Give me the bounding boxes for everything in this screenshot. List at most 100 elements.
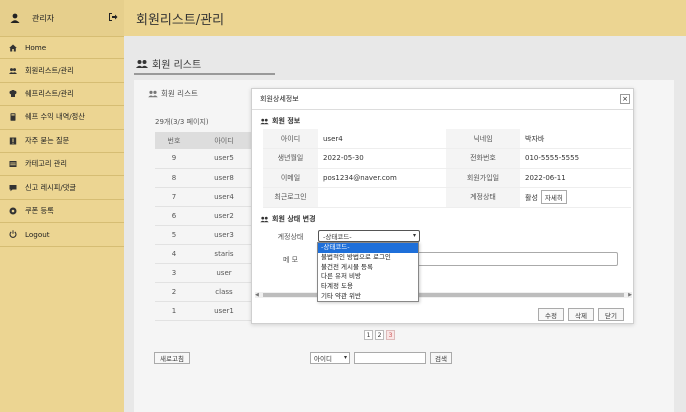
table-row[interactable]: 3 user bbox=[155, 263, 255, 283]
category-icon bbox=[9, 161, 17, 168]
sidebar-item-faq[interactable]: 자주 묻는 질문 bbox=[0, 130, 124, 153]
nickname-value: 박자바 bbox=[520, 129, 631, 149]
row-id[interactable]: user2 bbox=[193, 206, 255, 226]
faq-icon bbox=[9, 137, 17, 145]
row-id[interactable]: user3 bbox=[193, 225, 255, 245]
row-id[interactable]: class bbox=[193, 282, 255, 302]
search-type-select[interactable]: 아이디 ▾ bbox=[310, 352, 350, 364]
sidebar-item-members[interactable]: 회원리스트/관리 bbox=[0, 59, 124, 83]
row-id[interactable]: user1 bbox=[193, 301, 255, 321]
info-row: 이메일 pos1234@naver.com 회원가입일 2022-06-11 bbox=[263, 168, 631, 188]
scroll-left-icon[interactable]: ◀ bbox=[255, 292, 259, 298]
change-section-title: 회원 상태 변경 bbox=[260, 214, 316, 224]
info-row: 최근로그인 계정상태 활성 자세히 bbox=[263, 187, 631, 208]
joined-value: 2022-06-11 bbox=[520, 168, 631, 188]
page-link-3[interactable]: 3 bbox=[386, 330, 395, 340]
sidebar-item-logout[interactable]: Logout bbox=[0, 223, 124, 247]
row-id[interactable]: user bbox=[193, 263, 255, 283]
memo-label: 메 모 bbox=[282, 256, 299, 264]
report-icon bbox=[9, 184, 17, 191]
dropdown-option[interactable]: 불법적인 방법으로 로그인 bbox=[318, 253, 418, 263]
users-icon bbox=[148, 90, 158, 97]
joined-label: 회원가입일 bbox=[446, 168, 520, 188]
row-id[interactable]: user5 bbox=[193, 149, 255, 169]
status-field-label: 계정상태 bbox=[277, 233, 304, 241]
edit-button[interactable]: 수정 bbox=[538, 308, 564, 321]
table-row[interactable]: 5 user3 bbox=[155, 225, 255, 245]
row-id[interactable]: user4 bbox=[193, 187, 255, 207]
table-row[interactable]: 1 user1 bbox=[155, 301, 255, 321]
chef-icon bbox=[9, 89, 17, 97]
dropdown-option[interactable]: 타계정 도용 bbox=[318, 282, 418, 292]
users-icon bbox=[260, 216, 269, 222]
sidebar-menu: Home 회원리스트/관리 쉐프리스트/관리 쉐프 수익 내역/정산 자주 묻는… bbox=[0, 36, 124, 247]
email-label: 이메일 bbox=[263, 168, 318, 188]
table-header-row: 번호 아이디 bbox=[155, 132, 255, 149]
close-button[interactable]: × bbox=[620, 94, 630, 104]
row-number: 7 bbox=[155, 187, 193, 207]
sidebar-item-label: 쉐프리스트/관리 bbox=[25, 88, 74, 98]
status-code-select[interactable]: -상태코드- ▾ bbox=[318, 230, 420, 242]
section-title: 회원 리스트 bbox=[136, 56, 201, 71]
detail-button[interactable]: 자세히 bbox=[540, 190, 567, 205]
row-number: 3 bbox=[155, 263, 193, 283]
chevron-down-icon: ▾ bbox=[343, 354, 347, 361]
sign-out-icon[interactable] bbox=[108, 12, 118, 22]
table-row[interactable]: 7 user4 bbox=[155, 187, 255, 207]
sidebar-item-label: 쉐프 수익 내역/정산 bbox=[25, 112, 85, 122]
birth-label: 생년월일 bbox=[263, 148, 318, 169]
table-row[interactable]: 8 user8 bbox=[155, 168, 255, 188]
chevron-down-icon: ▾ bbox=[412, 232, 416, 239]
sidebar-item-label: Home bbox=[25, 43, 47, 53]
delete-button[interactable]: 삭제 bbox=[568, 308, 594, 321]
sidebar-item-home[interactable]: Home bbox=[0, 36, 124, 60]
row-number: 8 bbox=[155, 168, 193, 188]
info-section-title: 회원 정보 bbox=[260, 116, 300, 126]
sidebar-item-label: 카테고리 관리 bbox=[25, 159, 67, 169]
sidebar-item-reports[interactable]: 신고 레시피/댓글 bbox=[0, 176, 124, 200]
list-subtitle-text: 회원 리스트 bbox=[161, 89, 198, 98]
birth-value: 2022-05-30 bbox=[318, 148, 446, 169]
title-underline bbox=[134, 73, 275, 75]
search-button[interactable]: 검색 bbox=[430, 352, 452, 364]
row-number: 9 bbox=[155, 149, 193, 169]
modal-close-button[interactable]: 닫기 bbox=[598, 308, 624, 321]
sidebar-item-label: 자주 묻는 질문 bbox=[25, 135, 70, 145]
phone-label: 전화번호 bbox=[446, 148, 520, 169]
coupon-icon bbox=[9, 207, 17, 215]
info-row: 아이디 user4 닉네임 박자바 bbox=[263, 129, 631, 149]
column-header-number: 번호 bbox=[155, 132, 193, 149]
top-header: 회원리스트/관리 bbox=[124, 0, 686, 36]
search-input[interactable] bbox=[354, 352, 426, 364]
scroll-right-icon[interactable]: ▶ bbox=[628, 292, 632, 298]
list-subtitle: 회원 리스트 bbox=[148, 88, 198, 99]
sidebar-item-chefs[interactable]: 쉐프리스트/관리 bbox=[0, 83, 124, 107]
sidebar: 관리자 Home 회원리스트/관리 쉐프리스트/관리 쉐프 수익 내역/정산 자… bbox=[0, 0, 124, 412]
member-detail-modal: 회원상세정보 × 회원 정보 아이디 user4 닉네임 박자바 생년월일 20… bbox=[251, 88, 634, 324]
dropdown-option[interactable]: 기타 약관 위반 bbox=[318, 292, 418, 302]
dropdown-option[interactable]: 불건전 게시물 등록 bbox=[318, 263, 418, 273]
user-icon bbox=[10, 13, 20, 23]
horizontal-scrollbar[interactable]: ◀ ▶ bbox=[255, 292, 632, 298]
refresh-button[interactable]: 새로고침 bbox=[154, 352, 190, 364]
table-row[interactable]: 2 class bbox=[155, 282, 255, 302]
column-header-id: 아이디 bbox=[193, 132, 255, 149]
table-row[interactable]: 6 user2 bbox=[155, 206, 255, 226]
sidebar-item-revenue[interactable]: 쉐프 수익 내역/정산 bbox=[0, 106, 124, 130]
users-icon bbox=[9, 67, 17, 74]
sidebar-item-label: 쿠폰 등록 bbox=[25, 205, 54, 215]
table-row[interactable]: 9 user5 bbox=[155, 149, 255, 169]
sidebar-item-label: 회원리스트/관리 bbox=[25, 65, 74, 75]
id-value: user4 bbox=[318, 129, 446, 149]
sidebar-item-category[interactable]: 카테고리 관리 bbox=[0, 153, 124, 177]
row-id[interactable]: user8 bbox=[193, 168, 255, 188]
table-row[interactable]: 4 staris bbox=[155, 244, 255, 264]
dropdown-option[interactable]: 다른 유저 비방 bbox=[318, 272, 418, 282]
sidebar-item-coupon[interactable]: 쿠폰 등록 bbox=[0, 200, 124, 224]
dropdown-option[interactable]: -상태코드- bbox=[318, 243, 418, 253]
users-icon bbox=[136, 59, 148, 68]
page-link-1[interactable]: 1 bbox=[364, 330, 373, 340]
row-id[interactable]: staris bbox=[193, 244, 255, 264]
page-link-2[interactable]: 2 bbox=[375, 330, 384, 340]
status-code-dropdown: -상태코드- 불법적인 방법으로 로그인 불건전 게시물 등록 다른 유저 비방… bbox=[317, 242, 419, 302]
